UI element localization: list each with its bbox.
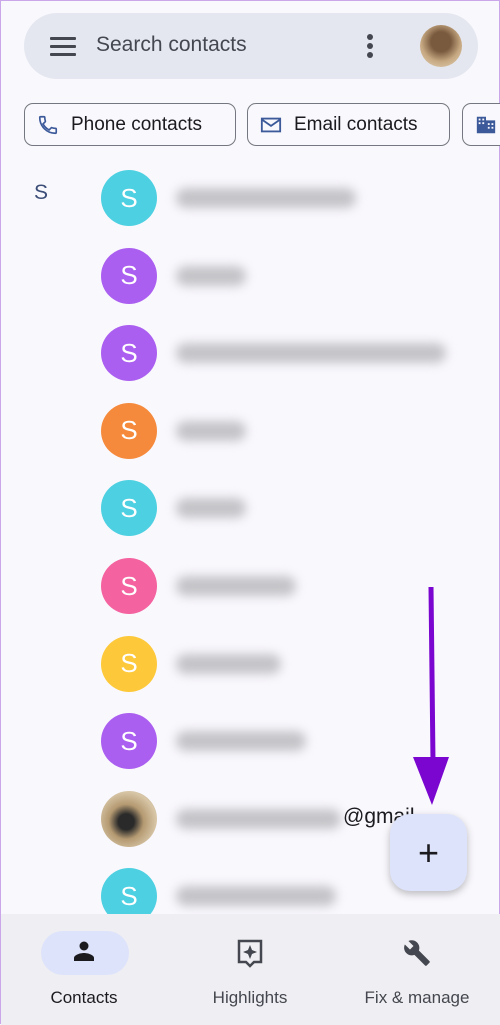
business-icon xyxy=(476,116,496,133)
contact-avatar: S xyxy=(101,558,157,614)
contact-avatar xyxy=(101,790,157,847)
nav-label: Contacts xyxy=(50,988,118,1007)
search-input[interactable]: Search contacts xyxy=(96,33,247,57)
nav-contacts[interactable]: Contacts xyxy=(1,914,167,1025)
contact-name-redacted xyxy=(176,886,336,907)
business-chip[interactable] xyxy=(462,103,500,146)
contact-row[interactable]: S xyxy=(101,170,500,226)
add-icon: + xyxy=(417,831,440,873)
nav-label: Highlights xyxy=(212,988,288,1007)
contact-name-redacted xyxy=(176,653,281,674)
contact-avatar: S xyxy=(101,402,157,459)
person-icon xyxy=(74,941,94,961)
mail-icon xyxy=(260,117,282,132)
nav-fix-manage[interactable]: Fix & manage xyxy=(334,914,500,1025)
contact-name-redacted xyxy=(176,420,246,441)
contact-row[interactable]: S xyxy=(101,480,500,537)
hamburger-icon[interactable] xyxy=(50,37,76,61)
search-bar[interactable] xyxy=(24,13,478,79)
contact-name-redacted xyxy=(176,498,246,519)
contact-row[interactable]: S xyxy=(101,402,500,459)
chip-label: Phone contacts xyxy=(71,113,202,135)
contact-name-redacted xyxy=(176,188,356,208)
contact-row[interactable]: S xyxy=(101,247,500,304)
contact-name-redacted xyxy=(176,576,296,596)
wrench-icon xyxy=(404,940,430,966)
contact-name-redacted xyxy=(176,343,446,364)
contact-name-redacted xyxy=(176,808,341,829)
contact-avatar: S xyxy=(101,635,157,692)
nav-label: Fix & manage xyxy=(364,988,470,1007)
add-contact-button[interactable]: + xyxy=(390,814,467,891)
contact-name-redacted xyxy=(176,265,246,286)
contact-row[interactable]: S xyxy=(101,325,500,382)
highlights-icon xyxy=(237,939,263,968)
more-vert-icon[interactable] xyxy=(367,34,375,61)
contact-avatar: S xyxy=(101,170,157,226)
nav-highlights[interactable]: Highlights xyxy=(167,914,333,1025)
contact-avatar: S xyxy=(101,480,157,537)
phone-icon xyxy=(38,115,58,134)
email-contacts-chip[interactable]: Email contacts xyxy=(247,103,450,146)
section-letter: S xyxy=(34,181,49,204)
contact-avatar: S xyxy=(101,325,157,382)
chip-label: Email contacts xyxy=(294,113,418,135)
phone-contacts-chip[interactable]: Phone contacts xyxy=(24,103,236,146)
contact-avatar: S xyxy=(101,247,157,304)
bottom-navigation: Contacts Highlights Fix & manage xyxy=(1,914,500,1025)
contact-name-redacted xyxy=(176,731,306,752)
annotation-arrow xyxy=(413,587,449,805)
contact-avatar: S xyxy=(101,713,157,770)
account-avatar[interactable] xyxy=(420,25,462,67)
